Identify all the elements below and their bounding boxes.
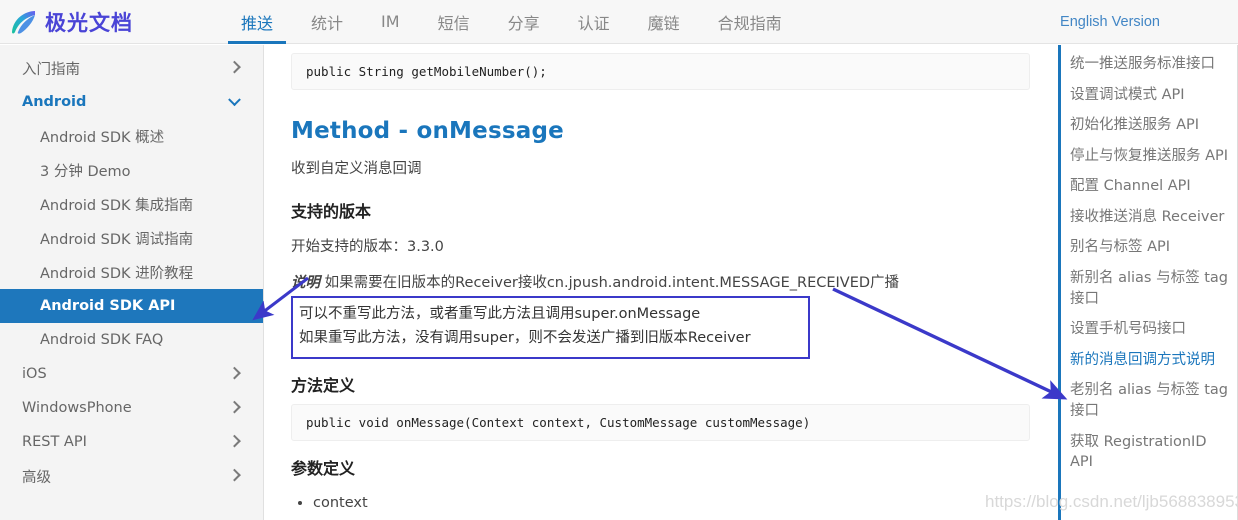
toc-item-channel-api[interactable]: 配置 Channel API — [1061, 171, 1237, 202]
sidebar-item-label: Android SDK FAQ — [40, 332, 164, 348]
sidebar-item-android-sdk-overview[interactable]: Android SDK 概述 — [0, 119, 263, 153]
highlight-box: 可以不重写此方法，或者重写此方法且调用super.onMessage 如果重写此… — [291, 295, 810, 360]
nav-item-compliance[interactable]: 合规指南 — [699, 0, 801, 44]
aurora-logo-icon — [10, 8, 38, 36]
sidebar-item-label: Android SDK API — [40, 298, 176, 314]
note-text: 如果需要在旧版本的Receiver接收cn.jpush.android.inte… — [324, 274, 900, 291]
sidebar-item-label: REST API — [22, 434, 87, 450]
method-definition-heading: 方法定义 — [291, 376, 356, 396]
chevron-right-icon — [228, 468, 241, 482]
sidebar-item-android[interactable]: Android — [0, 85, 263, 119]
code-block-get-mobile-number: public String getMobileNumber(); — [291, 53, 1030, 90]
toc-item-old-alias-tag-api[interactable]: 老别名 alias 与标签 tag 接口 — [1061, 375, 1237, 426]
logo[interactable]: 极光文档 — [0, 0, 210, 44]
logo-text: 极光文档 — [45, 10, 133, 35]
highlight-line-1: 可以不重写此方法，或者重写此方法且调用super.onMessage — [299, 305, 701, 322]
toc-item-unified-push-standard[interactable]: 统一推送服务标准接口 — [1061, 49, 1237, 80]
page-title: Method - onMessage — [291, 118, 564, 144]
sidebar-item-label: 高级 — [22, 469, 51, 486]
main-nav: 推送 统计 IM 短信 分享 认证 魔链 合规指南 — [222, 0, 801, 44]
sidebar-item-label: 入门指南 — [22, 61, 80, 78]
sidebar-item-label: Android — [22, 94, 87, 110]
sidebar-item-rest-api[interactable]: REST API — [0, 425, 263, 459]
sidebar-item-android-sdk-debug[interactable]: Android SDK 调试指南 — [0, 221, 263, 255]
toc-item-alias-tag-api[interactable]: 别名与标签 API — [1061, 232, 1237, 263]
chevron-right-icon — [228, 366, 241, 380]
params-definition-heading: 参数定义 — [291, 459, 356, 479]
nav-item-sms[interactable]: 短信 — [419, 0, 489, 44]
toc-item-set-mobile-number[interactable]: 设置手机号码接口 — [1061, 314, 1237, 345]
sidebar-item-label: Android SDK 调试指南 — [40, 231, 194, 248]
sidebar-item-android-sdk-api[interactable]: Android SDK API — [0, 289, 263, 323]
main-content: public String getMobileNumber(); Method … — [265, 45, 1058, 520]
watermark: https://blog.csdn.net/ljb568838953 — [985, 492, 1238, 511]
toc-item-init-push-api[interactable]: 初始化推送服务 API — [1061, 110, 1237, 141]
toc-item-receiver[interactable]: 接收推送消息 Receiver — [1061, 202, 1237, 233]
sidebar-item-label: Android SDK 概述 — [40, 129, 165, 146]
toc-item-new-alias-tag-api[interactable]: 新别名 alias 与标签 tag 接口 — [1061, 263, 1237, 314]
sidebar-item-android-sdk-integration[interactable]: Android SDK 集成指南 — [0, 187, 263, 221]
page-root: 极光文档 推送 统计 IM 短信 分享 认证 魔链 合规指南 English V… — [0, 0, 1238, 520]
nav-item-push[interactable]: 推送 — [222, 0, 292, 44]
sidebar-item-ios[interactable]: iOS — [0, 357, 263, 391]
sidebar-item-3min-demo[interactable]: 3 分钟 Demo — [0, 153, 263, 187]
note-label: 说明 — [291, 274, 320, 291]
top-header: 极光文档 推送 统计 IM 短信 分享 认证 魔链 合规指南 English V… — [0, 0, 1238, 44]
intro-text: 收到自定义消息回调 — [291, 161, 422, 177]
supported-version-text: 开始支持的版本：3.3.0 — [291, 238, 444, 255]
chevron-down-icon — [228, 93, 241, 107]
sidebar-item-label: WindowsPhone — [22, 400, 132, 416]
sidebar-item-advanced[interactable]: 高级 — [0, 459, 263, 493]
params-list: context 应用的 Application Context。 CustomM… — [313, 489, 1030, 520]
sidebar-item-label: Android SDK 进阶教程 — [40, 265, 194, 282]
nav-item-stats[interactable]: 统计 — [292, 0, 362, 44]
toc-item-debug-mode-api[interactable]: 设置调试模式 API — [1061, 80, 1237, 111]
chevron-right-icon — [228, 60, 241, 74]
chevron-right-icon — [228, 400, 241, 414]
nav-item-auth[interactable]: 认证 — [559, 0, 629, 44]
left-sidebar: 入门指南 Android Android SDK 概述 3 分钟 Demo An… — [0, 45, 264, 520]
sidebar-item-label: 3 分钟 Demo — [40, 163, 131, 180]
nav-item-share[interactable]: 分享 — [489, 0, 559, 44]
sidebar-item-android-sdk-advanced[interactable]: Android SDK 进阶教程 — [0, 255, 263, 289]
sidebar-item-android-sdk-faq[interactable]: Android SDK FAQ — [0, 323, 263, 357]
sidebar-item-label: Android SDK 集成指南 — [40, 197, 194, 214]
supported-version-heading: 支持的版本 — [291, 201, 372, 221]
highlight-line-2: 如果重写此方法，没有调用super，则不会发送广播到旧版本Receiver — [299, 330, 751, 347]
right-toc-panel: 统一推送服务标准接口 设置调试模式 API 初始化推送服务 API 停止与恢复推… — [1058, 45, 1238, 520]
sidebar-item-getting-started[interactable]: 入门指南 — [0, 51, 263, 85]
english-version-link[interactable]: English Version — [1060, 0, 1160, 44]
toc-item-get-registration-id[interactable]: 获取 RegistrationID API — [1061, 427, 1237, 478]
note-line: 说明 如果需要在旧版本的Receiver接收cn.jpush.android.i… — [291, 271, 1030, 292]
nav-item-im[interactable]: IM — [362, 0, 419, 44]
sidebar-item-windowsphone[interactable]: WindowsPhone — [0, 391, 263, 425]
sidebar-item-label: iOS — [22, 366, 47, 382]
toc-item-stop-resume-push-api[interactable]: 停止与恢复推送服务 API — [1061, 141, 1237, 172]
code-block-on-message: public void onMessage(Context context, C… — [291, 404, 1030, 442]
chevron-right-icon — [228, 434, 241, 448]
toc-item-new-message-callback[interactable]: 新的消息回调方式说明 — [1061, 345, 1237, 376]
nav-item-magiclink[interactable]: 魔链 — [629, 0, 699, 44]
list-item: context — [313, 489, 1030, 519]
